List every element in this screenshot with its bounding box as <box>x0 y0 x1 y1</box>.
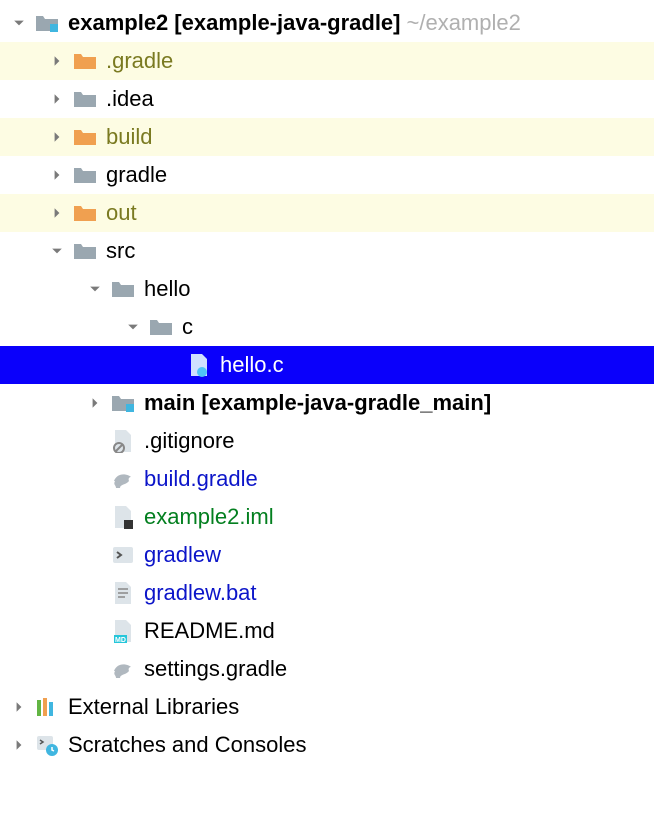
tree-label: c <box>182 314 193 340</box>
tree-label: hello <box>144 276 190 302</box>
tree-label: gradlew.bat <box>144 580 257 606</box>
tree-row-gitignore[interactable]: .gitignore <box>0 422 654 460</box>
expand-arrow-icon[interactable] <box>86 394 104 412</box>
gradle-icon <box>110 656 136 682</box>
tree-row-out-dir[interactable]: out <box>0 194 654 232</box>
expand-arrow-icon[interactable] <box>10 736 28 754</box>
expand-arrow-icon[interactable] <box>86 280 104 298</box>
folder-gray-icon <box>72 162 98 188</box>
tree-label: .idea <box>106 86 154 112</box>
expand-arrow-icon[interactable] <box>48 52 66 70</box>
svg-text:MD: MD <box>115 637 126 643</box>
tree-row-idea-dir[interactable]: .idea <box>0 80 654 118</box>
shell-icon <box>110 542 136 568</box>
iml-icon <box>110 504 136 530</box>
tree-row-hello-c[interactable]: hello.c <box>0 346 654 384</box>
module-qualifier: [example-java-gradle_main] <box>201 390 491 416</box>
text-icon <box>110 580 136 606</box>
tree-row-build-gradle[interactable]: build.gradle <box>0 460 654 498</box>
tree-row-gradlew-bat[interactable]: gradlew.bat <box>0 574 654 612</box>
tree-label: hello.c <box>220 352 284 378</box>
tree-label: External Libraries <box>68 694 239 720</box>
tree-row-example2-iml[interactable]: example2.iml <box>0 498 654 536</box>
tree-label: gradle <box>106 162 167 188</box>
path-hint: ~/example2 <box>407 10 521 36</box>
expand-arrow-icon[interactable] <box>10 14 28 32</box>
tree-row-main-dir[interactable]: main[example-java-gradle_main] <box>0 384 654 422</box>
folder-module-icon <box>34 10 60 36</box>
expand-arrow-icon[interactable] <box>48 128 66 146</box>
tree-row-gradle-folder[interactable]: gradle <box>0 156 654 194</box>
tree-row-hello-dir[interactable]: hello <box>0 270 654 308</box>
gradle-icon <box>110 466 136 492</box>
file-ignore-icon <box>110 428 136 454</box>
tree-row-gradle-dir[interactable]: .gradle <box>0 42 654 80</box>
tree-label: settings.gradle <box>144 656 287 682</box>
tree-label: .gradle <box>106 48 173 74</box>
folder-gray-icon <box>72 238 98 264</box>
folder-gray-icon <box>148 314 174 340</box>
tree-label: README.md <box>144 618 275 644</box>
tree-row-c-dir[interactable]: c <box>0 308 654 346</box>
tree-label: example2.iml <box>144 504 274 530</box>
tree-row-src-dir[interactable]: src <box>0 232 654 270</box>
tree-row-build-dir[interactable]: build <box>0 118 654 156</box>
tree-label: .gitignore <box>144 428 235 454</box>
scratch-icon <box>34 732 60 758</box>
expand-arrow-icon[interactable] <box>48 242 66 260</box>
tree-row-readme[interactable]: MD README.md <box>0 612 654 650</box>
expand-arrow-icon[interactable] <box>10 698 28 716</box>
expand-arrow-icon[interactable] <box>124 318 142 336</box>
folder-gray-icon <box>110 276 136 302</box>
folder-module-icon <box>110 390 136 416</box>
tree-label: out <box>106 200 137 226</box>
tree-label: Scratches and Consoles <box>68 732 306 758</box>
tree-label: example2 <box>68 10 168 36</box>
module-qualifier: [example-java-gradle] <box>174 10 400 36</box>
tree-row-scratches[interactable]: Scratches and Consoles <box>0 726 654 764</box>
tree-label: gradlew <box>144 542 221 568</box>
folder-orange-icon <box>72 124 98 150</box>
tree-label: main <box>144 390 195 416</box>
expand-arrow-icon[interactable] <box>48 166 66 184</box>
folder-orange-icon <box>72 200 98 226</box>
tree-row-settings-gradle[interactable]: settings.gradle <box>0 650 654 688</box>
tree-row-gradlew[interactable]: gradlew <box>0 536 654 574</box>
expand-arrow-icon[interactable] <box>48 90 66 108</box>
tree-label: src <box>106 238 135 264</box>
tree-label: build <box>106 124 152 150</box>
tree-row-root[interactable]: example2[example-java-gradle] ~/example2 <box>0 4 654 42</box>
cfile-icon <box>186 352 212 378</box>
libs-icon <box>34 694 60 720</box>
expand-arrow-icon[interactable] <box>48 204 66 222</box>
md-icon: MD <box>110 618 136 644</box>
folder-orange-icon <box>72 48 98 74</box>
tree-row-ext-libs[interactable]: External Libraries <box>0 688 654 726</box>
project-tree: example2[example-java-gradle]~/example2 … <box>0 0 654 764</box>
folder-gray-icon <box>72 86 98 112</box>
tree-label: build.gradle <box>144 466 258 492</box>
